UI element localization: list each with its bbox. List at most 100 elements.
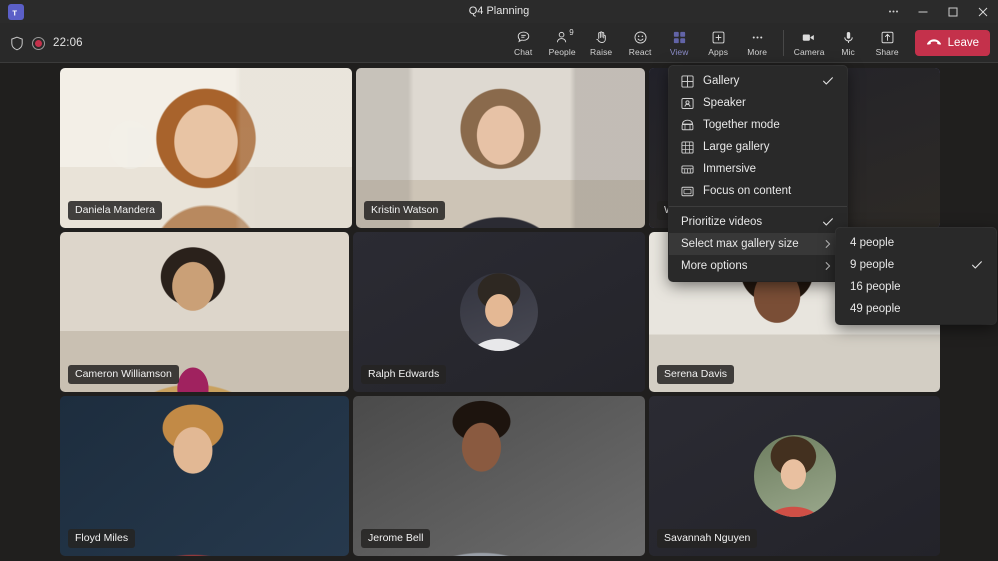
view-menu: Gallery Speaker Together mode xyxy=(669,66,847,281)
check-icon xyxy=(970,259,984,271)
toolbar-label-apps: Apps xyxy=(708,47,728,57)
toolbar-label-mic: Mic xyxy=(841,47,855,57)
meeting-toolbar: 22:06 Chat 9 People Raise xyxy=(0,23,998,63)
submenu-item-9-people[interactable]: 9 people xyxy=(836,254,996,276)
video-tile-daniela-mandera[interactable]: Daniela Mandera xyxy=(60,68,352,228)
menu-label-immersive: Immersive xyxy=(703,163,821,175)
menu-label-speaker: Speaker xyxy=(703,97,821,109)
avatar xyxy=(754,435,836,517)
toolbar-button-apps[interactable]: Apps xyxy=(699,23,738,63)
toolbar-button-raise[interactable]: Raise xyxy=(582,23,621,63)
toolbar-left-status: 22:06 xyxy=(10,23,83,63)
submenu-item-16-people[interactable]: 16 people xyxy=(836,276,996,298)
participant-name-label: Savannah Nguyen xyxy=(657,529,757,548)
submenu-label-4-people: 4 people xyxy=(850,237,970,249)
menu-divider xyxy=(669,206,847,207)
leave-button[interactable]: Leave xyxy=(915,30,990,56)
recording-indicator-icon xyxy=(32,37,45,50)
toolbar-label-react: React xyxy=(629,47,652,57)
menu-label-more-options: More options xyxy=(681,260,821,272)
submenu-label-16-people: 16 people xyxy=(850,281,970,293)
view-grid-icon xyxy=(672,29,687,46)
together-mode-icon xyxy=(681,119,703,132)
menu-label-together-mode: Together mode xyxy=(703,119,821,131)
leave-button-label: Leave xyxy=(948,37,979,49)
participant-name-label: Ralph Edwards xyxy=(361,365,446,384)
toolbar-button-share[interactable]: Share xyxy=(868,23,907,63)
toolbar-label-chat: Chat xyxy=(514,47,532,57)
video-tile-jerome-bell[interactable]: Jerome Bell xyxy=(353,396,645,556)
submenu-item-49-people[interactable]: 49 people xyxy=(836,298,996,320)
video-stage: Daniela Mandera Kristin Watson Wade Warr… xyxy=(0,63,998,561)
shield-icon xyxy=(10,36,24,51)
participant-name-label: Jerome Bell xyxy=(361,529,430,548)
large-gallery-icon xyxy=(681,141,703,154)
video-tile-floyd-miles[interactable]: Floyd Miles xyxy=(60,396,349,556)
gallery-size-submenu: 4 people 9 people 16 people 49 people xyxy=(836,228,996,324)
toolbar-button-mic[interactable]: Mic xyxy=(829,23,868,63)
video-tile-cameron-williamson[interactable]: Cameron Williamson xyxy=(60,232,349,392)
menu-label-prioritize-videos: Prioritize videos xyxy=(681,216,821,228)
menu-item-select-max-gallery-size[interactable]: Select max gallery size xyxy=(669,233,847,255)
participant-name-label: Cameron Williamson xyxy=(68,365,179,384)
menu-item-large-gallery[interactable]: Large gallery xyxy=(669,136,847,158)
people-icon: 9 xyxy=(555,29,570,46)
video-tile-kristin-watson[interactable]: Kristin Watson xyxy=(356,68,645,228)
submenu-label-9-people: 9 people xyxy=(850,259,970,271)
more-window-options-icon[interactable] xyxy=(878,0,908,23)
toolbar-label-more: More xyxy=(747,47,767,57)
menu-label-focus-on-content: Focus on content xyxy=(703,185,821,197)
chevron-right-icon xyxy=(821,239,835,249)
apps-plus-icon xyxy=(711,29,726,46)
share-screen-icon xyxy=(880,29,895,46)
toolbar-button-camera[interactable]: Camera xyxy=(790,23,829,63)
menu-item-speaker[interactable]: Speaker xyxy=(669,92,847,114)
video-tile-ralph-edwards[interactable]: Ralph Edwards xyxy=(353,232,645,392)
participant-name-label: Floyd Miles xyxy=(68,529,135,548)
menu-item-gallery[interactable]: Gallery xyxy=(669,70,847,92)
meeting-timer: 22:06 xyxy=(53,37,83,49)
toolbar-button-chat[interactable]: Chat xyxy=(504,23,543,63)
hang-up-icon xyxy=(926,37,942,50)
people-count-badge: 9 xyxy=(569,28,573,37)
toolbar-label-raise: Raise xyxy=(590,47,612,57)
toolbar-button-react[interactable]: React xyxy=(621,23,660,63)
submenu-item-4-people[interactable]: 4 people xyxy=(836,232,996,254)
menu-item-together-mode[interactable]: Together mode xyxy=(669,114,847,136)
toolbar-button-people[interactable]: 9 People xyxy=(543,23,582,63)
window-controls xyxy=(878,0,998,23)
teams-meeting-window: T Q4 Planning 22:06 xyxy=(0,0,998,561)
menu-item-prioritize-videos[interactable]: Prioritize videos xyxy=(669,211,847,233)
menu-item-more-options[interactable]: More options xyxy=(669,255,847,277)
raise-hand-icon xyxy=(594,29,609,46)
more-ellipsis-icon xyxy=(750,29,765,46)
participant-name-label: Kristin Watson xyxy=(364,201,445,220)
minimize-icon[interactable] xyxy=(908,0,938,23)
focus-content-icon xyxy=(681,185,703,198)
immersive-icon xyxy=(681,163,703,176)
toolbar-divider xyxy=(783,30,784,56)
menu-item-immersive[interactable]: Immersive xyxy=(669,158,847,180)
chevron-right-icon xyxy=(821,261,835,271)
toolbar-button-view[interactable]: View xyxy=(660,23,699,63)
maximize-icon[interactable] xyxy=(938,0,968,23)
toolbar-label-view: View xyxy=(670,47,689,57)
menu-label-gallery: Gallery xyxy=(703,75,821,87)
menu-item-focus-on-content[interactable]: Focus on content xyxy=(669,180,847,202)
window-title: Q4 Planning xyxy=(0,0,998,23)
title-bar: T Q4 Planning xyxy=(0,0,998,23)
toolbar-label-people: People xyxy=(549,47,576,57)
avatar xyxy=(460,273,538,351)
video-tile-savannah-nguyen[interactable]: Savannah Nguyen xyxy=(649,396,940,556)
check-icon xyxy=(821,75,835,87)
speaker-person-icon xyxy=(681,97,703,110)
toolbar-button-more[interactable]: More xyxy=(738,23,777,63)
react-smiley-icon xyxy=(633,29,648,46)
close-icon[interactable] xyxy=(968,0,998,23)
toolbar-label-share: Share xyxy=(876,47,899,57)
camera-icon xyxy=(801,29,817,46)
menu-label-select-max-gallery-size: Select max gallery size xyxy=(681,238,821,250)
gallery-grid-icon xyxy=(681,75,703,88)
submenu-label-49-people: 49 people xyxy=(850,303,970,315)
participant-name-label: Daniela Mandera xyxy=(68,201,162,220)
